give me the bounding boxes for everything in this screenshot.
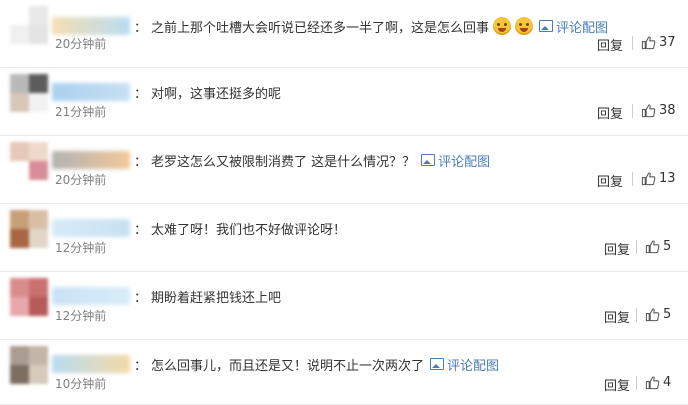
divider (632, 35, 633, 50)
comment-time: 12分钟前 (55, 241, 107, 255)
comment-text: 怎么回事儿，而且还是又！说明不止一次两次了 (151, 358, 425, 374)
comment-text: 老罗这怎么又被限制消费了 这是什么情况？？ (151, 154, 416, 170)
colon-separator: ： (134, 20, 148, 36)
like-button[interactable]: 38 (632, 103, 676, 118)
colon-separator: ： (134, 86, 148, 102)
username-link[interactable]: ...烧 (52, 83, 130, 101)
like-count: 13 (659, 171, 676, 186)
thumbs-up-icon (645, 376, 660, 390)
avatar[interactable] (10, 278, 48, 316)
avatar[interactable] (10, 346, 48, 384)
colon-separator: ： (134, 290, 148, 306)
laughing-emoji-icon (493, 17, 512, 35)
comment-text: 之前上那个吐槽大会听说已经还多一半了啊，这是怎么回事 (151, 20, 490, 36)
comment-time: 20分钟前 (55, 173, 107, 187)
thumbs-up-icon (641, 172, 656, 186)
thumbs-up-icon (641, 104, 656, 118)
image-icon (430, 358, 445, 370)
username-link[interactable] (52, 287, 130, 305)
comment-text: 期盼着赶紧把钱还上吧 (151, 290, 282, 306)
username-link[interactable] (52, 17, 130, 35)
divider (636, 375, 637, 390)
thumbs-up-icon (641, 36, 656, 50)
avatar[interactable] (10, 142, 48, 180)
comment-item: ：老罗这怎么又被限制消费了 这是什么情况？？ 评论配图 20分钟前 回复 13 (0, 136, 688, 204)
reply-button[interactable]: 回复 (597, 171, 623, 190)
reply-button[interactable]: 回复 (604, 239, 630, 258)
like-count: 5 (663, 307, 672, 322)
comment-picture-link[interactable]: 评论配图 (430, 355, 499, 374)
like-button[interactable]: 37 (632, 35, 676, 50)
comment-picture-link[interactable]: 评论配图 (421, 151, 490, 170)
avatar[interactable] (10, 6, 48, 44)
like-count: 4 (663, 375, 672, 390)
reply-button[interactable]: 回复 (597, 35, 623, 54)
username-link[interactable] (52, 219, 130, 237)
picture-link-label: 评论配图 (556, 20, 609, 36)
avatar[interactable] (10, 74, 48, 112)
thumbs-up-icon (645, 308, 660, 322)
divider (632, 171, 633, 186)
colon-separator: ： (134, 358, 148, 374)
divider (636, 307, 637, 322)
comment-time: 20分钟前 (55, 37, 107, 51)
like-button[interactable]: 5 (636, 307, 671, 322)
comment-time: 10分钟前 (55, 377, 107, 391)
like-count: 38 (659, 103, 676, 118)
colon-separator: ： (134, 154, 148, 170)
like-button[interactable]: 4 (636, 375, 671, 390)
like-button[interactable]: 5 (636, 239, 671, 254)
comment-item: ：怎么回事儿，而且还是又！说明不止一次两次了 评论配图 10分钟前 回复 4 (0, 340, 688, 405)
colon-separator: ： (134, 222, 148, 238)
like-button[interactable]: 13 (632, 171, 676, 186)
reply-button[interactable]: 回复 (604, 307, 630, 326)
username-link[interactable] (52, 355, 130, 373)
comment-time: 21分钟前 (55, 105, 107, 119)
comment-text: 对啊，这事还挺多的呢 (151, 86, 282, 102)
comment-item: ：太难了呀！我们也不好做评论呀！ 12分钟前 回复 5 (0, 204, 688, 272)
divider (632, 103, 633, 118)
image-icon (539, 20, 554, 32)
username-link[interactable] (52, 151, 130, 169)
reply-button[interactable]: 回复 (604, 375, 630, 394)
image-icon (421, 154, 436, 166)
comment-time: 12分钟前 (55, 309, 107, 323)
comment-picture-link[interactable]: 评论配图 (539, 17, 608, 36)
avatar[interactable] (10, 210, 48, 248)
picture-link-label: 评论配图 (438, 154, 491, 170)
comment-item: ：之前上那个吐槽大会听说已经还多一半了啊，这是怎么回事 评论配图 20分钟前 回复 37 (0, 0, 688, 68)
picture-link-label: 评论配图 (447, 358, 500, 374)
comment-text: 太难了呀！我们也不好做评论呀！ (151, 222, 347, 238)
divider (636, 239, 637, 254)
reply-button[interactable]: 回复 (597, 103, 623, 122)
laughing-emoji-icon (515, 17, 534, 35)
comment-item: ：期盼着赶紧把钱还上吧 12分钟前 回复 5 (0, 272, 688, 340)
like-count: 37 (659, 35, 676, 50)
thumbs-up-icon (645, 240, 660, 254)
like-count: 5 (663, 239, 672, 254)
comment-item: ...烧：对啊，这事还挺多的呢 21分钟前 回复 38 (0, 68, 688, 136)
